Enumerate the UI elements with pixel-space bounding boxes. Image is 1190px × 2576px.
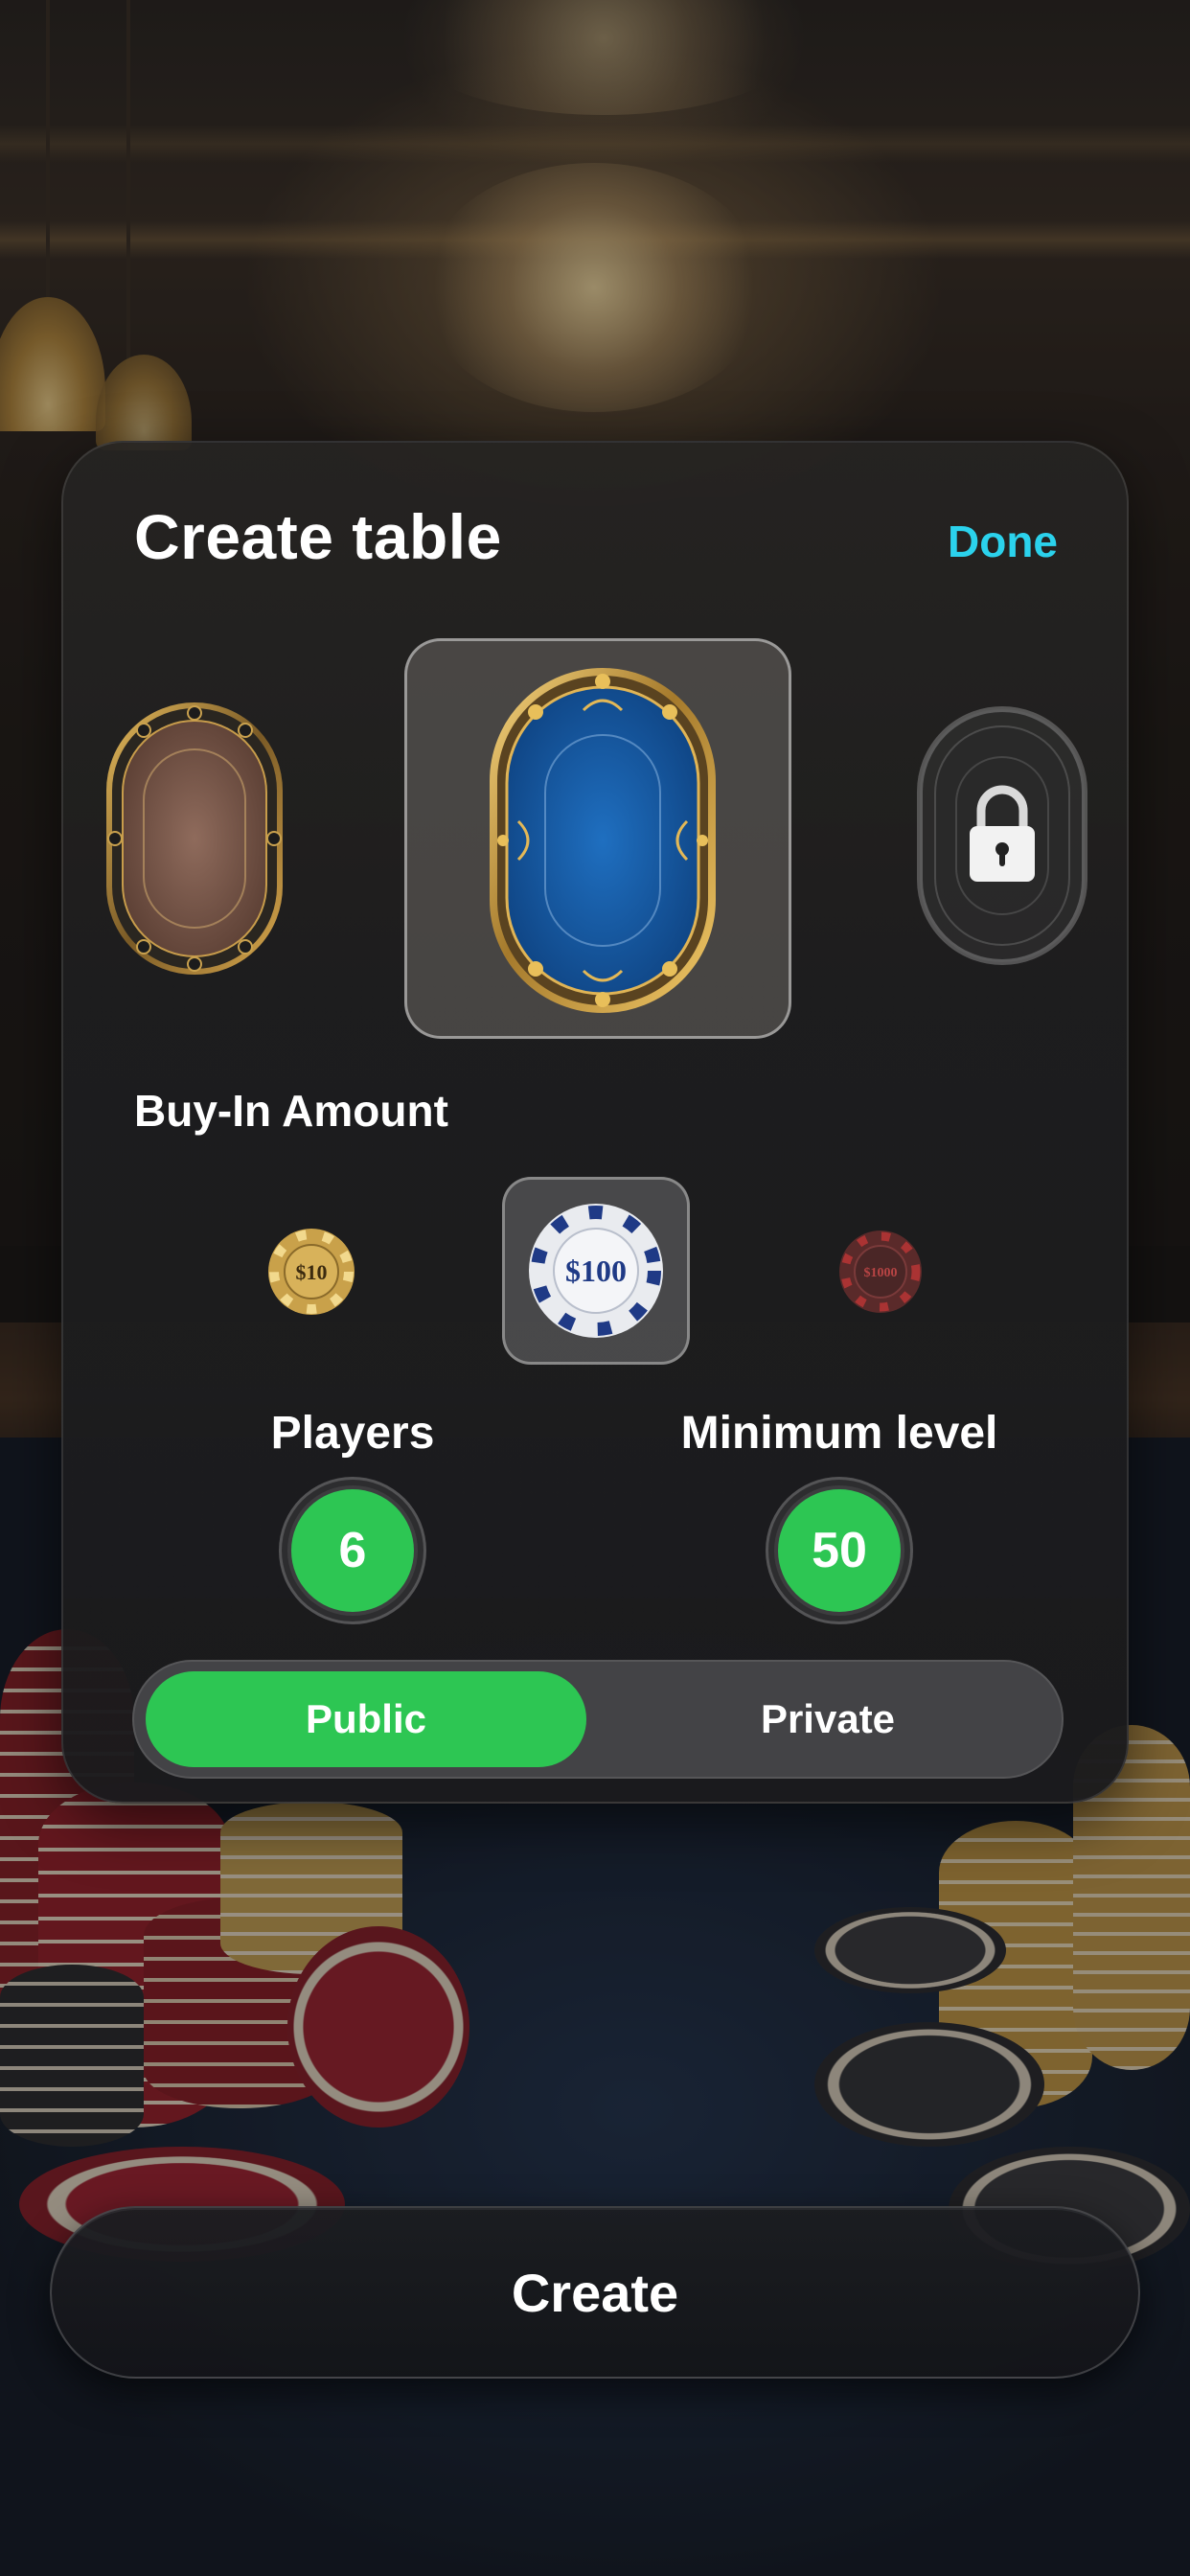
gold-chip-icon: $10	[268, 1229, 355, 1315]
page-title: Create table	[134, 501, 502, 572]
table-option-blue-selected[interactable]	[404, 638, 791, 1039]
buy-in-value-100: $100	[565, 1254, 627, 1288]
players-value: 6	[291, 1489, 414, 1612]
buy-in-value-10: $10	[296, 1260, 328, 1284]
buy-in-label: Buy-In Amount	[134, 1086, 448, 1136]
done-button[interactable]: Done	[948, 516, 1058, 567]
players-stat: Players 6	[180, 1407, 525, 1624]
players-picker[interactable]: 6	[279, 1477, 426, 1624]
min-level-value: 50	[778, 1489, 901, 1612]
min-level-picker[interactable]: 50	[766, 1477, 913, 1624]
players-label: Players	[270, 1408, 435, 1459]
white-chip-icon: $100	[529, 1204, 663, 1338]
min-level-stat: Minimum level 50	[667, 1407, 1012, 1624]
lock-icon	[970, 785, 1035, 882]
private-option[interactable]: Private	[607, 1671, 1048, 1767]
create-table-card: Create table Done Buy-In Amount $10 $100…	[61, 441, 1129, 1804]
min-level-label: Minimum level	[680, 1408, 998, 1459]
buy-in-option-10[interactable]: $10	[266, 1227, 356, 1322]
table-option-wooden[interactable]	[105, 702, 284, 976]
buy-in-value-1000: $1000	[864, 1266, 898, 1280]
red-chip-icon: $1000	[839, 1230, 922, 1313]
visibility-toggle: Public Private	[132, 1660, 1064, 1779]
buy-in-selector: $10 $100 $1000	[63, 1177, 1131, 1368]
table-selector	[63, 634, 1131, 1039]
table-option-locked[interactable]	[914, 703, 1090, 968]
blue-table-image	[490, 668, 716, 1013]
create-button[interactable]: Create	[50, 2206, 1140, 2379]
buy-in-option-100-selected[interactable]: $100	[502, 1177, 690, 1365]
public-option[interactable]: Public	[146, 1671, 586, 1767]
buy-in-option-1000[interactable]: $1000	[837, 1229, 924, 1320]
